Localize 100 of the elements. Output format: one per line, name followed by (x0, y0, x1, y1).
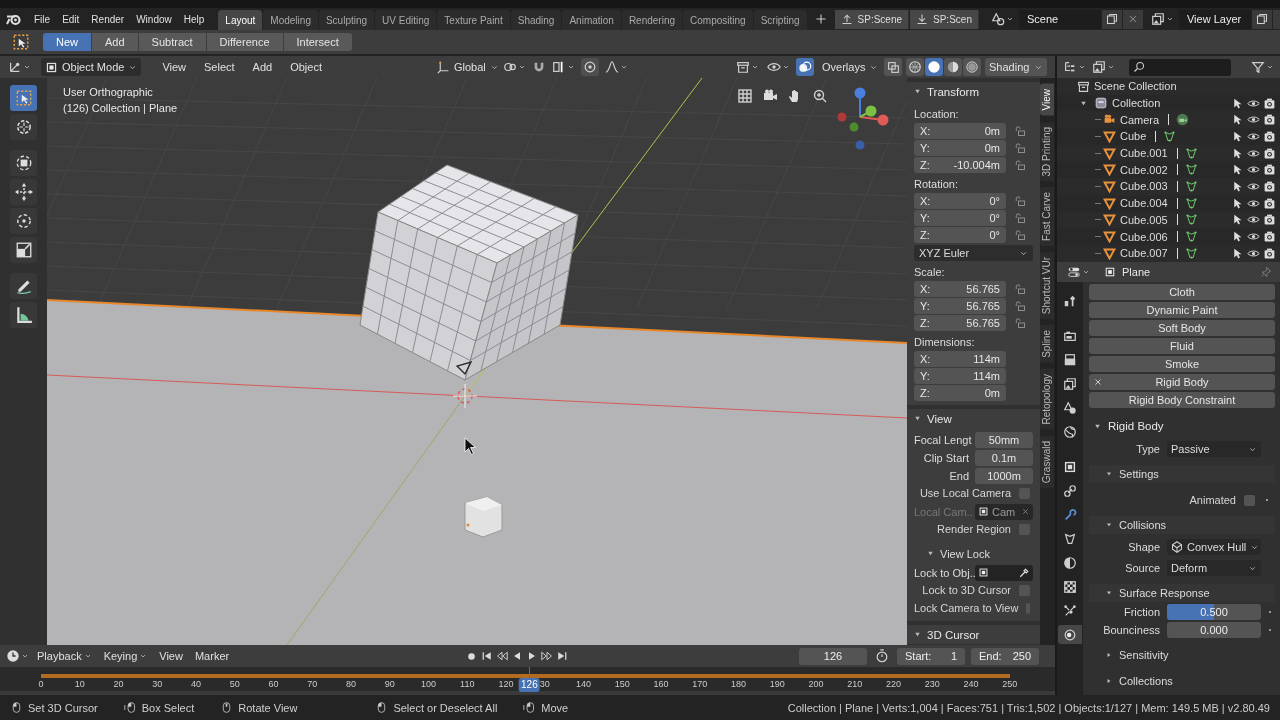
sidebar-tab[interactable]: Spline (1040, 325, 1054, 363)
mode-button[interactable]: New (43, 33, 91, 51)
add-physics-button[interactable]: Fluid (1089, 338, 1275, 354)
subpanel-header[interactable]: Collisions (1089, 516, 1275, 534)
add-physics-button[interactable]: Rigid Body Constraint (1089, 392, 1275, 408)
mode-dropdown[interactable]: Object Mode (41, 58, 142, 76)
sidebar-tab[interactable]: 3D Printing (1040, 121, 1054, 181)
number-field[interactable]: X: 0° (914, 193, 1006, 209)
frame-field[interactable]: 126 (799, 647, 867, 665)
tree-item[interactable]: Cube.007 (1120, 247, 1168, 260)
workspace-tab[interactable]: Scripting (753, 10, 807, 30)
scene-field[interactable]: Scene (1018, 9, 1101, 29)
tree-item[interactable]: Cube.006 (1120, 230, 1168, 243)
menu-item[interactable]: Window (130, 13, 178, 25)
number-field[interactable]: Y: 0° (914, 210, 1006, 226)
tree-item[interactable]: Cube (1120, 130, 1147, 143)
menu-item[interactable]: Add (245, 61, 280, 73)
workspace-tab[interactable]: Modeling (263, 10, 318, 30)
workspace-tab[interactable]: Animation (562, 10, 621, 30)
sync-button[interactable]: SP:Scen (910, 9, 979, 29)
tree-item[interactable]: Camera (1120, 113, 1160, 126)
slider[interactable]: 0.000 (1167, 622, 1261, 638)
remove-physics-button[interactable]: Rigid Body (1089, 374, 1275, 390)
menu-item[interactable]: Select (197, 61, 242, 73)
panel-header[interactable]: Transform (907, 82, 1040, 101)
panel-header[interactable]: Rigid Body (1089, 416, 1275, 436)
add-physics-button[interactable]: Smoke (1089, 356, 1275, 372)
subpanel-header[interactable]: Sensitivity (1089, 646, 1275, 664)
tick-label: 110 (460, 679, 475, 689)
start-frame-field[interactable]: Start: 1 (897, 647, 965, 665)
subpanel-header[interactable]: Surface Response (1089, 584, 1275, 602)
mode-button[interactable]: Difference (206, 33, 283, 51)
workspace-tab[interactable]: Sculpting (318, 10, 375, 30)
number-field[interactable]: Y: 0m (914, 140, 1006, 156)
dropdown[interactable]: Convex Hull (1167, 539, 1261, 555)
sidebar-tab[interactable]: Retopology (1040, 368, 1054, 430)
number-field[interactable]: 1000m (975, 467, 1033, 484)
mode-button[interactable]: Add (92, 33, 138, 51)
mode-button[interactable]: Intersect (283, 33, 352, 51)
number-field[interactable]: 0.1m (975, 449, 1033, 466)
number-field[interactable]: Z: 0° (914, 227, 1006, 243)
add-physics-button[interactable]: Dynamic Paint (1089, 302, 1275, 318)
orientation-dropdown[interactable]: Global (433, 58, 497, 76)
rotation-mode-dropdown[interactable]: XYZ Euler (914, 245, 1033, 261)
slider[interactable]: 0.500 (1167, 604, 1261, 620)
menu-item[interactable]: Edit (56, 13, 86, 25)
number-field[interactable]: Y: 56.765 (914, 298, 1006, 314)
menu-item[interactable]: Render (85, 13, 131, 25)
workspace-tab[interactable]: Layout (218, 10, 263, 30)
sync-button[interactable]: SP:Scene (834, 9, 910, 29)
tree-item[interactable]: Cube.002 (1120, 163, 1168, 176)
number-field[interactable]: X: 56.765 (914, 281, 1006, 297)
tick-label: 170 (692, 679, 708, 689)
view-layer-field[interactable]: View Layer (1178, 9, 1251, 29)
number-field[interactable]: Z: -10.004m (914, 157, 1006, 173)
playhead[interactable]: 126 (519, 678, 540, 692)
sidebar-tab[interactable]: Fast Carve (1040, 186, 1054, 246)
number-field[interactable]: Z: 56.765 (914, 315, 1006, 331)
end-frame-field[interactable]: End: 250 (971, 647, 1039, 665)
menu-item[interactable]: Help (177, 13, 211, 25)
add-physics-button[interactable]: Soft Body (1089, 320, 1275, 336)
dropdown[interactable]: Passive (1167, 441, 1261, 457)
mode-button[interactable]: Subtract (138, 33, 206, 51)
tree-item[interactable]: Cube.001 (1120, 147, 1168, 160)
subpanel-header[interactable]: Settings (1089, 465, 1275, 483)
menu-item[interactable]: View (155, 650, 187, 662)
number-field[interactable]: Z: 0m (914, 385, 1006, 401)
panel-header[interactable]: View (907, 409, 1040, 428)
number-field[interactable]: X: 114m (914, 351, 1006, 367)
number-field[interactable]: Y: 114m (914, 368, 1006, 384)
menu-item[interactable]: Marker (190, 650, 234, 662)
tree-item[interactable]: Cube.005 (1120, 213, 1168, 226)
overlays-dropdown[interactable]: Overlays (818, 58, 876, 76)
menu-item[interactable]: File (28, 13, 57, 25)
tree-item[interactable]: Collection (1112, 97, 1161, 110)
subpanel-header[interactable]: View Lock (914, 544, 1033, 563)
number-field[interactable]: 50mm (975, 431, 1033, 448)
workspace-tab[interactable]: Rendering (621, 10, 683, 30)
workspace-tab[interactable]: Shading (510, 10, 562, 30)
subpanel-header[interactable]: Collections (1089, 672, 1275, 690)
sidebar-tab[interactable]: View (1040, 84, 1054, 116)
add-physics-button[interactable]: Cloth (1089, 284, 1275, 300)
tick-label: 210 (847, 679, 863, 689)
sidebar-tab[interactable]: Shortcut VUr (1040, 251, 1054, 320)
tree-item[interactable]: Cube.004 (1120, 197, 1168, 210)
menu-item[interactable]: Keying (99, 650, 152, 662)
menu-item[interactable]: View (155, 61, 194, 73)
tree-item[interactable]: Cube.003 (1120, 180, 1168, 193)
tree-item[interactable]: Scene Collection (1094, 80, 1177, 93)
shading-dropdown[interactable]: Shading (985, 58, 1047, 76)
dropdown[interactable]: Deform (1167, 560, 1261, 576)
workspace-tab[interactable]: Texture Paint (437, 10, 510, 30)
sidebar-tab[interactable]: Graswald (1040, 435, 1054, 488)
workspace-tab[interactable]: UV Editing (375, 10, 437, 30)
menu-item[interactable]: Playback (33, 650, 96, 662)
tick-label: 190 (769, 679, 785, 689)
number-field[interactable]: X: 0m (914, 123, 1006, 139)
workspace-tab[interactable]: Compositing (683, 10, 753, 30)
menu-item[interactable]: Object (283, 61, 329, 73)
panel-header[interactable]: 3D Cursor (907, 625, 1040, 644)
